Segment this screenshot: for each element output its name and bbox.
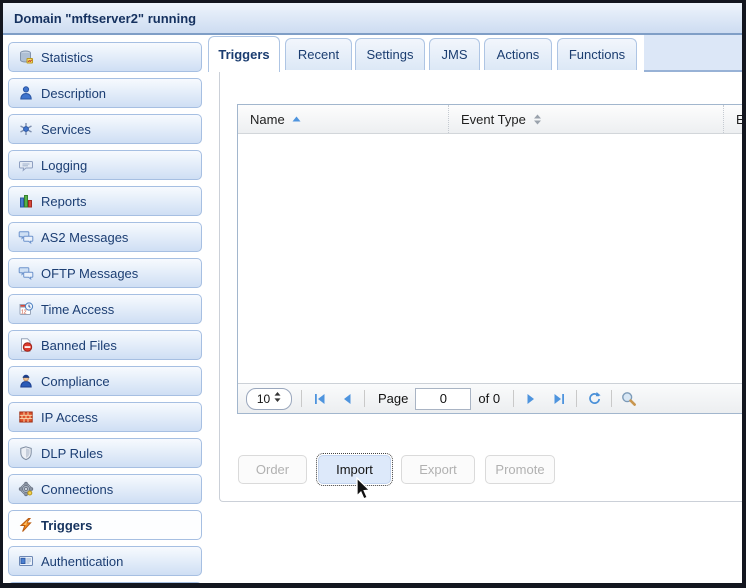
compliance-icon	[18, 373, 34, 389]
search-icon[interactable]	[621, 391, 637, 407]
sidebar-item-oftp-messages[interactable]: OFTP Messages	[8, 258, 202, 288]
tab-label: Functions	[569, 47, 625, 62]
sidebar-item-label: Services	[41, 122, 91, 137]
triggers-icon	[18, 517, 34, 533]
messages-icon	[18, 265, 34, 281]
sidebar-item-time-access[interactable]: 12 Time Access	[8, 294, 202, 324]
column-header-enabled-truncated[interactable]: En	[723, 105, 742, 133]
sidebar-item-banned-files[interactable]: Banned Files	[8, 330, 202, 360]
separator	[576, 390, 577, 407]
statistics-icon	[18, 49, 34, 65]
next-page-button[interactable]	[523, 391, 539, 407]
sidebar-item-compliance[interactable]: Compliance	[8, 366, 202, 396]
last-page-button[interactable]	[551, 391, 567, 407]
ip-access-icon	[18, 409, 34, 425]
connections-icon	[18, 481, 34, 497]
page-number-input[interactable]	[415, 388, 471, 410]
tab-label: Settings	[367, 47, 414, 62]
table-header-row: Name Event Type En	[238, 105, 742, 134]
separator	[513, 390, 514, 407]
sidebar-item-label: Reports	[41, 194, 87, 209]
time-access-icon: 12	[18, 301, 34, 317]
separator	[611, 390, 612, 407]
refresh-icon[interactable]	[586, 391, 602, 407]
separator	[364, 390, 365, 407]
tab-functions[interactable]: Functions	[557, 38, 637, 70]
sidebar-item-ip-access[interactable]: IP Access	[8, 402, 202, 432]
sidebar-item-description[interactable]: Description	[8, 78, 202, 108]
sidebar-item-dlp-rules[interactable]: DLP Rules	[8, 438, 202, 468]
import-button[interactable]: Import	[318, 455, 391, 484]
tab-triggers[interactable]: Triggers	[208, 36, 280, 72]
separator	[301, 390, 302, 407]
pagination-bar: 10 Page of 0	[238, 383, 742, 413]
authentication-icon	[18, 553, 34, 569]
sidebar-item-partial[interactable]	[8, 582, 202, 583]
sidebar-item-authentication[interactable]: Authentication	[8, 546, 202, 576]
app-window: Domain "mftserver2" running Statistics D…	[3, 3, 742, 583]
prev-page-button[interactable]	[339, 391, 355, 407]
tab-label: Recent	[298, 47, 339, 62]
sidebar-item-reports[interactable]: Reports	[8, 186, 202, 216]
sidebar-item-label: Description	[41, 86, 106, 101]
sidebar-item-connections[interactable]: Connections	[8, 474, 202, 504]
services-icon	[18, 121, 34, 137]
sidebar-item-label: IP Access	[41, 410, 98, 425]
tab-strip-filler	[644, 35, 742, 72]
tab-label: JMS	[442, 47, 468, 62]
order-button: Order	[238, 455, 307, 484]
sidebar-item-logging[interactable]: Logging	[8, 150, 202, 180]
sidebar-item-label: DLP Rules	[41, 446, 103, 461]
sidebar-item-label: Authentication	[41, 554, 123, 569]
screenshot-frame: Domain "mftserver2" running Statistics D…	[0, 0, 746, 588]
tab-actions[interactable]: Actions	[484, 38, 552, 70]
table-body-empty[interactable]	[238, 134, 742, 383]
sort-asc-icon	[292, 116, 301, 122]
sidebar-item-label: Statistics	[41, 50, 93, 65]
sidebar-item-triggers[interactable]: Triggers	[8, 510, 202, 540]
sort-both-icon	[533, 114, 542, 125]
tab-label: Triggers	[218, 47, 269, 62]
sidebar-item-label: Connections	[41, 482, 113, 497]
logging-icon	[18, 157, 34, 173]
sidebar-item-label: OFTP Messages	[41, 266, 138, 281]
export-button: Export	[401, 455, 475, 484]
banned-files-icon	[18, 337, 34, 353]
reports-icon	[18, 193, 34, 209]
first-page-button[interactable]	[311, 391, 327, 407]
sidebar-item-label: Triggers	[41, 518, 92, 533]
sidebar-item-services[interactable]: Services	[8, 114, 202, 144]
tab-recent[interactable]: Recent	[285, 38, 352, 70]
sidebar-item-label: AS2 Messages	[41, 230, 128, 245]
sidebar-item-label: Time Access	[41, 302, 114, 317]
description-icon	[18, 85, 34, 101]
promote-button: Promote	[485, 455, 555, 484]
sidebar-item-statistics[interactable]: Statistics	[8, 42, 202, 72]
domain-header-bar: Domain "mftserver2" running	[3, 3, 742, 35]
messages-icon	[18, 229, 34, 245]
sidebar-item-label: Compliance	[41, 374, 110, 389]
domain-title: Domain "mftserver2" running	[14, 11, 196, 26]
tab-label: Actions	[497, 47, 540, 62]
page-label: Page	[378, 391, 408, 406]
dlp-rules-icon	[18, 445, 34, 461]
tab-jms[interactable]: JMS	[429, 38, 480, 70]
column-header-name[interactable]: Name	[238, 105, 448, 133]
page-count-label: of 0	[478, 391, 500, 406]
triggers-table: Name Event Type En 10	[237, 104, 742, 414]
column-header-event-type[interactable]: Event Type	[448, 105, 723, 133]
sidebar-item-label: Logging	[41, 158, 87, 173]
sidebar-item-label: Banned Files	[41, 338, 117, 353]
page-size-select[interactable]: 10	[246, 388, 292, 410]
select-stepper-icon	[274, 391, 281, 406]
svg-text:12: 12	[21, 310, 27, 316]
sidebar-item-as2-messages[interactable]: AS2 Messages	[8, 222, 202, 252]
tab-settings[interactable]: Settings	[355, 38, 425, 70]
